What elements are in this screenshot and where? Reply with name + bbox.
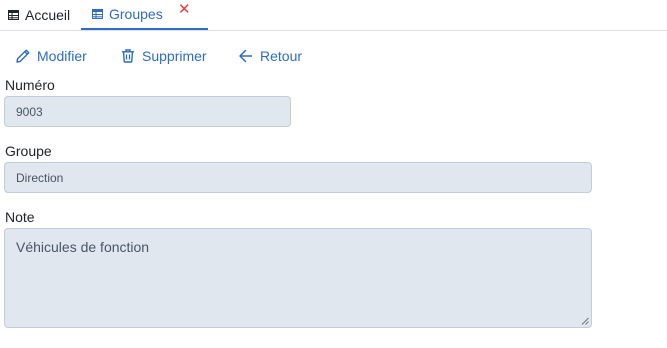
pencil-icon — [16, 49, 30, 63]
action-toolbar: Modifier Supprimer Retour — [0, 44, 667, 68]
resize-handle-icon[interactable] — [581, 317, 589, 325]
numero-field[interactable]: 9003 — [4, 96, 291, 127]
numero-label: Numéro — [5, 77, 55, 93]
edit-label: Modifier — [37, 48, 87, 64]
tab-bar: Accueil Groupes ✕ — [0, 0, 667, 31]
delete-button[interactable]: Supprimer — [120, 44, 207, 68]
edit-button[interactable]: Modifier — [15, 44, 87, 68]
arrow-left-icon — [239, 49, 252, 63]
table-icon — [92, 9, 103, 19]
tab-label: Groupes — [109, 6, 163, 22]
note-text: Véhicules de fonction — [16, 239, 150, 255]
delete-label: Supprimer — [142, 48, 207, 64]
back-button[interactable]: Retour — [238, 44, 302, 68]
tab-groupes[interactable]: Groupes ✕ — [81, 0, 208, 30]
tab-accueil[interactable]: Accueil — [8, 0, 70, 30]
groupe-label: Groupe — [5, 143, 52, 159]
note-textarea[interactable]: Véhicules de fonction — [4, 228, 592, 328]
close-icon[interactable]: ✕ — [178, 2, 191, 18]
table-icon — [8, 10, 19, 20]
trash-icon — [122, 49, 134, 63]
note-label: Note — [5, 209, 35, 225]
tab-label: Accueil — [25, 7, 71, 23]
groupe-field[interactable]: Direction — [4, 162, 592, 193]
back-label: Retour — [260, 48, 303, 64]
